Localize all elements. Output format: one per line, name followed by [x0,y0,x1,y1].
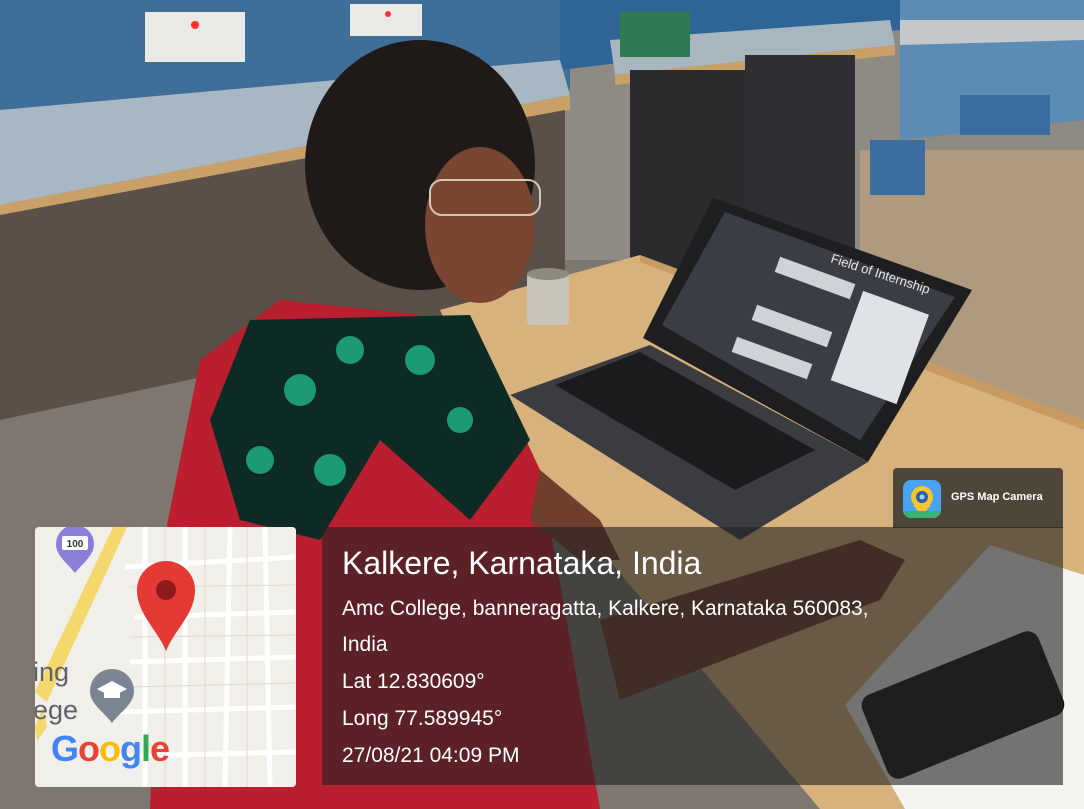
location-info-panel: Kalkere, Karnataka, India Amc College, b… [322,527,1063,785]
map-thumbnail: 100 ing ege Google [35,527,296,787]
map-label-fragment: ege [35,695,79,725]
gps-map-camera-icon [903,480,941,518]
latitude: Lat 12.830609° [342,670,485,693]
timestamp: 27/08/21 04:09 PM [342,744,520,767]
college-icon [90,669,134,723]
address-line: India [342,633,388,656]
longitude: Long 77.589945° [342,707,503,730]
cup [527,273,569,325]
power-socket [145,12,245,62]
address-line: Amc College, banneragatta, Kalkere, Karn… [342,597,869,620]
photo: Field of Internship GPS Map Camera 100 i… [0,0,1084,809]
map-label-fragment: ing [35,657,70,687]
route-number: 100 [67,539,84,550]
face [425,147,535,303]
route-shield-icon: 100 [56,527,94,573]
place-name: Kalkere, Karnataka, India [342,545,702,581]
gps-map-camera-badge: GPS Map Camera [893,468,1063,528]
google-logo: Google [51,728,170,769]
location-pin-icon [137,561,195,651]
app-name: GPS Map Camera [951,491,1043,503]
